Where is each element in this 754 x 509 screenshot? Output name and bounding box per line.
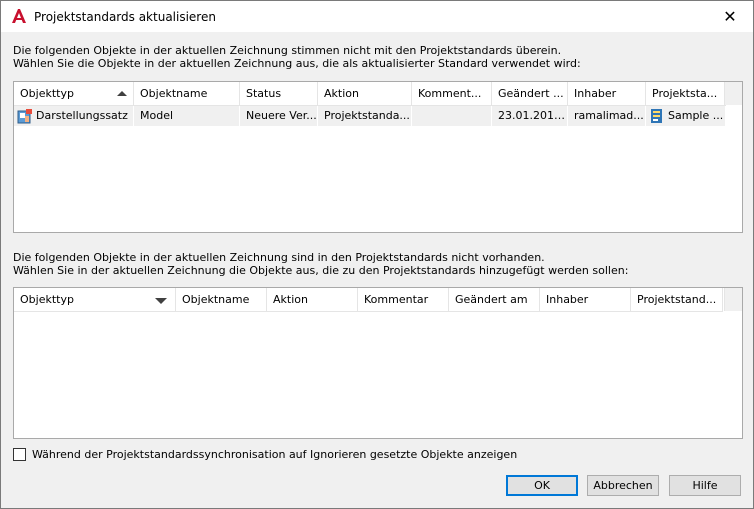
close-icon: ✕	[723, 7, 737, 26]
column-header-geaendert-am[interactable]: Geändert am	[449, 288, 540, 311]
window-title: Projektstandards aktualisieren	[34, 10, 216, 24]
cancel-button[interactable]: Abbrechen	[587, 475, 659, 496]
section1-instruction-1: Die folgenden Objekte in der aktuellen Z…	[13, 44, 562, 57]
column-header-kommentar[interactable]: Kommentar	[358, 288, 449, 311]
column-header-objekttyp[interactable]: Objekttyp	[14, 82, 134, 105]
show-ignored-checkbox[interactable]	[13, 448, 26, 461]
sort-descending-icon	[155, 298, 167, 304]
list-header: Objekttyp Objektname Status Aktion Komme…	[14, 82, 726, 106]
column-header-geaendert[interactable]: Geändert ...	[492, 82, 568, 105]
title-bar: Projektstandards aktualisieren ✕	[1, 1, 753, 32]
cell-objektname: Model	[134, 106, 240, 126]
header-scroll-filler	[724, 82, 742, 105]
column-header-aktion[interactable]: Aktion	[267, 288, 358, 311]
sort-ascending-icon	[117, 91, 127, 96]
dialog-window: Projektstandards aktualisieren ✕ Die fol…	[0, 0, 754, 509]
column-header-aktion[interactable]: Aktion	[318, 82, 412, 105]
show-ignored-label: Während der Projektstandardssynchronisat…	[32, 448, 518, 461]
show-ignored-option[interactable]: Während der Projektstandardssynchronisat…	[13, 448, 517, 461]
cell-kommentar	[412, 106, 492, 126]
list-header: Objekttyp Objektname Aktion Kommentar Ge…	[14, 288, 723, 312]
section2-instruction-2: Wählen Sie in der aktuellen Zeichnung di…	[13, 264, 629, 277]
standards-file-icon	[651, 109, 662, 123]
autocad-a-icon	[12, 9, 26, 23]
close-button[interactable]: ✕	[707, 1, 753, 32]
column-header-inhaber[interactable]: Inhaber	[540, 288, 631, 311]
column-header-objekttyp[interactable]: Objekttyp	[14, 288, 176, 311]
ok-button[interactable]: OK	[506, 475, 578, 496]
column-header-projektstandard[interactable]: Projektsta...	[646, 82, 726, 105]
column-header-inhaber[interactable]: Inhaber	[568, 82, 646, 105]
help-button[interactable]: Hilfe	[669, 475, 741, 496]
cell-inhaber: ramalimad...	[568, 106, 646, 126]
column-header-objektname[interactable]: Objektname	[176, 288, 267, 311]
representation-set-icon	[17, 109, 32, 124]
nonconforming-objects-list[interactable]: Objekttyp Objektname Status Aktion Komme…	[13, 81, 743, 233]
section1-instruction-2: Wählen Sie die Objekte in der aktuellen …	[13, 57, 581, 70]
column-header-projektstandard[interactable]: Projektstand...	[631, 288, 723, 311]
cell-status: Neuere Ver...	[240, 106, 318, 126]
column-header-status[interactable]: Status	[240, 82, 318, 105]
section2-instruction-1: Die folgenden Objekte in der aktuellen Z…	[13, 251, 545, 264]
missing-objects-list[interactable]: Objekttyp Objektname Aktion Kommentar Ge…	[13, 287, 743, 439]
cell-objekttyp: Darstellungssatz	[14, 106, 134, 126]
header-scroll-filler	[724, 288, 742, 311]
cell-geaendert: 23.01.2018 ...	[492, 106, 568, 126]
table-row[interactable]: Darstellungssatz Model Neuere Ver... Pro…	[14, 106, 726, 126]
column-header-kommentar[interactable]: Komment...	[412, 82, 492, 105]
column-header-objektname[interactable]: Objektname	[134, 82, 240, 105]
cell-aktion[interactable]: Projektstanda...	[318, 106, 412, 126]
cell-projektstandard: Sample ...	[646, 106, 726, 126]
